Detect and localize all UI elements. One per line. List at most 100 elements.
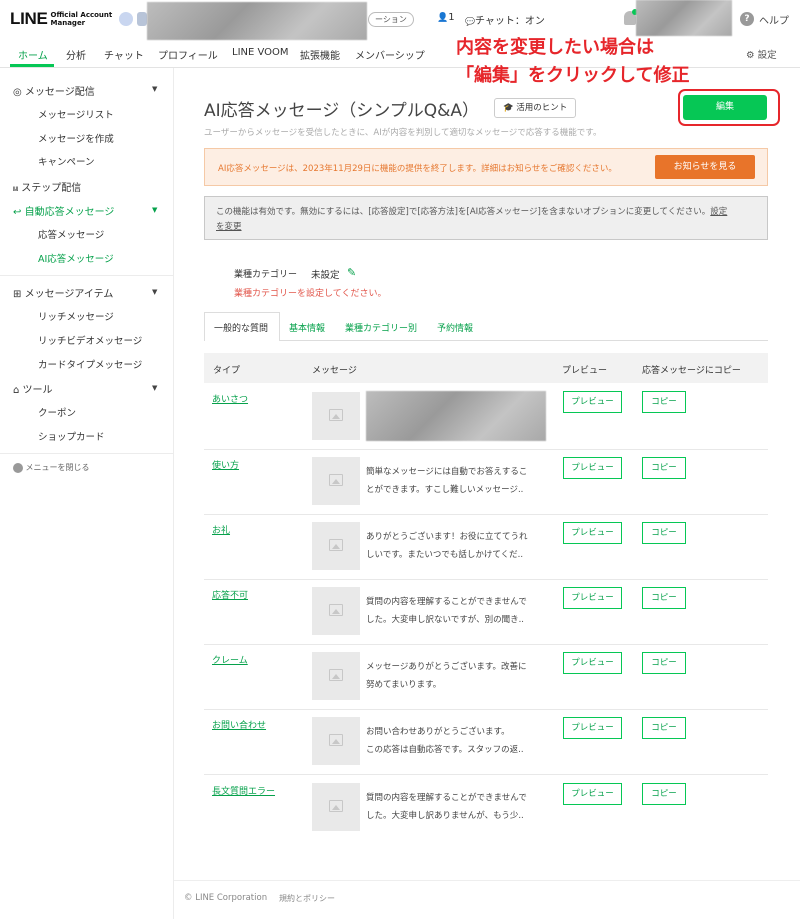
table-header: タイプ メッセージ プレビュー 応答メッセージにコピー (204, 353, 768, 383)
footer-copyright: © LINE Corporation (184, 893, 268, 903)
row-type-link[interactable]: あいさつ (212, 392, 248, 405)
change-settings-link[interactable]: 設定 (710, 207, 727, 217)
help-link[interactable]: ヘルプ (759, 12, 789, 27)
row-separator (204, 644, 768, 645)
member-count[interactable]: 👤1 (437, 12, 455, 23)
copy-button[interactable]: コピー (642, 522, 686, 544)
warning-text: AI応答メッセージは、2023年11月29日に機能の提供を終了します。詳細はお知… (218, 164, 617, 174)
copy-button[interactable]: コピー (642, 391, 686, 413)
account-avatar-icon[interactable] (119, 12, 133, 26)
preview-button[interactable]: プレビュー (563, 457, 622, 479)
sidebar-item-step-delivery[interactable]: ⩏ ステップ配信 (13, 179, 81, 194)
sidebar-item-message-list[interactable]: メッセージリスト (38, 107, 114, 121)
sidebar-item-tools[interactable]: ⌂ ツール (13, 381, 53, 396)
plus-square-icon: ⊞ (13, 289, 22, 300)
copy-button[interactable]: コピー (642, 587, 686, 609)
preview-button[interactable]: プレビュー (563, 652, 622, 674)
row-separator (204, 774, 768, 775)
line-oa-logo[interactable]: LINE Official Account Manager (10, 9, 112, 29)
tab-by-category[interactable]: 業種カテゴリー別 (345, 321, 417, 334)
copy-button[interactable]: コピー (642, 783, 686, 805)
row-separator (204, 449, 768, 450)
preview-button[interactable]: プレビュー (563, 391, 622, 413)
image-icon (329, 669, 343, 681)
tab-chat[interactable]: チャット (104, 47, 144, 62)
sidebar-divider (0, 453, 174, 454)
sidebar-item-message-delivery[interactable]: ◎ メッセージ配信 (13, 83, 95, 98)
preview-button[interactable]: プレビュー (563, 522, 622, 544)
blurred-message (366, 391, 546, 441)
blurred-account-name (147, 2, 367, 40)
image-icon (329, 539, 343, 551)
page-title: AI応答メッセージ（シンプルQ&A） (204, 101, 480, 121)
active-tab-indicator (10, 64, 54, 67)
pencil-icon[interactable]: ✎ (347, 266, 356, 279)
copy-button[interactable]: コピー (642, 717, 686, 739)
preview-button[interactable]: プレビュー (563, 587, 622, 609)
footer-policy-link[interactable]: 規約とポリシー (279, 893, 335, 904)
logo-main-text: LINE (10, 9, 48, 28)
row-separator (204, 579, 768, 580)
page-description: ユーザーからメッセージを受信したときに、AIが内容を判別して適切なメッセージで応… (204, 128, 602, 138)
chevron-down-icon[interactable]: ▼ (152, 288, 157, 296)
sidebar-item-create-message[interactable]: メッセージを作成 (38, 131, 114, 145)
chat-bubble-icon: 💬 (465, 17, 475, 26)
tab-analytics[interactable]: 分析 (66, 47, 86, 62)
preview-button[interactable]: プレビュー (563, 717, 622, 739)
shop-icon: ⌂ (13, 385, 20, 396)
account-status-pill[interactable]: ーション (368, 12, 414, 27)
chevron-down-icon[interactable]: ▼ (152, 206, 157, 214)
copy-button[interactable]: コピー (642, 652, 686, 674)
hint-button[interactable]: 🎓 活用のヒント (494, 98, 577, 118)
sidebar-item-message-items[interactable]: ⊞ メッセージアイテム (13, 285, 113, 300)
graduation-cap-icon: 🎓 (503, 103, 514, 113)
message-preview-text: 簡単なメッセージには自動でお答えするこ とができます。すこし難しいメッセージ.. (366, 467, 528, 495)
tab-home[interactable]: ホーム (18, 47, 48, 62)
help-icon[interactable]: ? (740, 12, 754, 26)
row-type-link[interactable]: お礼 (212, 523, 230, 536)
sidebar-item-reply-message[interactable]: 応答メッセージ (38, 227, 104, 241)
chevron-down-icon[interactable]: ▼ (152, 85, 157, 93)
category-warning: 業種カテゴリーを設定してください。 (234, 289, 387, 299)
broadcast-icon: ◎ (13, 87, 22, 98)
tab-membership[interactable]: メンバーシップ (355, 47, 425, 62)
sidebar-item-campaign[interactable]: キャンペーン (38, 154, 95, 168)
sidebar-item-rich-video[interactable]: リッチビデオメッセージ (38, 333, 142, 347)
sidebar-item-rich-message[interactable]: リッチメッセージ (38, 309, 114, 323)
tab-reservation-info[interactable]: 予約情報 (437, 321, 473, 334)
image-icon (329, 734, 343, 746)
sidebar-item-auto-reply[interactable]: ↩ 自動応答メッセージ (13, 203, 114, 218)
copy-button[interactable]: コピー (642, 457, 686, 479)
tab-general-questions[interactable]: 一般的な質問 (214, 321, 268, 334)
sidebar-item-coupon[interactable]: クーポン (38, 405, 76, 419)
chevron-down-icon[interactable]: ▼ (152, 384, 157, 392)
tab-profile[interactable]: プロフィール (158, 47, 218, 62)
image-icon (329, 474, 343, 486)
change-settings-link-2[interactable]: を変更 (216, 222, 242, 232)
tab-basic-info[interactable]: 基本情報 (289, 321, 325, 334)
message-thumbnail (312, 717, 360, 765)
tab-extensions[interactable]: 拡張機能 (300, 47, 340, 62)
close-menu-button[interactable]: メニューを閉じる (13, 462, 90, 473)
row-type-link[interactable]: お問い合わせ (212, 718, 266, 731)
row-type-link[interactable]: 使い方 (212, 458, 239, 471)
row-type-link[interactable]: 長文質問エラー (212, 784, 275, 797)
message-thumbnail (312, 457, 360, 505)
sidebar-item-shop-card[interactable]: ショップカード (38, 429, 105, 443)
sidebar-item-card-type[interactable]: カードタイプメッセージ (38, 357, 142, 371)
tab-line-voom[interactable]: LINE VOOM (232, 47, 289, 58)
account-type-icon (137, 12, 147, 26)
person-icon: 👤 (437, 13, 449, 23)
row-type-link[interactable]: 応答不可 (212, 588, 248, 601)
top-header: LINE Official Account Manager ーション 👤1 💬チ… (0, 0, 800, 40)
preview-button[interactable]: プレビュー (563, 783, 622, 805)
sidebar-item-ai-reply[interactable]: AI応答メッセージ (38, 251, 114, 265)
view-notice-button[interactable]: お知らせを見る (655, 155, 755, 179)
row-type-link[interactable]: クレーム (212, 653, 248, 666)
settings-link[interactable]: ⚙ 設定 (746, 47, 777, 61)
image-icon (329, 409, 343, 421)
blurred-user-name (636, 0, 732, 36)
footer-divider (174, 880, 800, 881)
chat-status[interactable]: 💬チャット：オン (465, 12, 545, 27)
col-copy: 応答メッセージにコピー (642, 366, 741, 376)
